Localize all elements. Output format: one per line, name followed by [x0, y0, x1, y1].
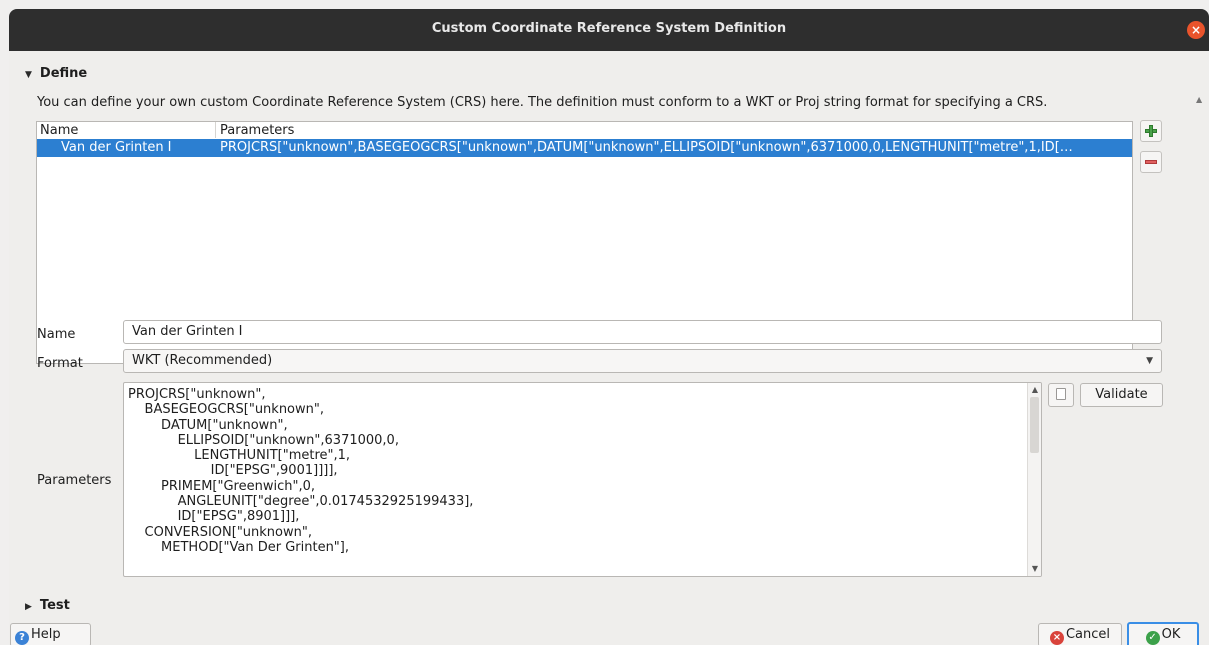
- test-header: Test: [39, 598, 70, 613]
- format-label: Format: [37, 356, 83, 371]
- scroll-thumb[interactable]: [1030, 397, 1039, 453]
- test-section-toggle[interactable]: ▶ Test: [25, 598, 70, 613]
- parameters-text[interactable]: PROJCRS["unknown", BASEGEOGCRS["unknown"…: [124, 383, 1041, 555]
- define-header: Define: [39, 66, 88, 81]
- parameters-label: Parameters: [37, 473, 112, 488]
- cancel-icon: ×: [1049, 631, 1064, 645]
- cancel-button[interactable]: × Cancel: [1038, 623, 1122, 645]
- validate-button[interactable]: Validate: [1080, 383, 1163, 407]
- collapsed-arrow-icon: ▶: [25, 602, 32, 612]
- name-label: Name: [37, 327, 76, 342]
- intro-text: You can define your own custom Coordinat…: [37, 95, 1048, 110]
- help-label: Help: [31, 627, 61, 642]
- scroll-down-icon[interactable]: ▼: [1029, 563, 1041, 575]
- copy-icon: [1056, 388, 1066, 400]
- name-input[interactable]: Van der Grinten I: [123, 320, 1162, 344]
- help-button[interactable]: ? Help: [10, 623, 91, 645]
- ok-icon: ✓: [1145, 631, 1160, 645]
- close-icon[interactable]: ×: [1187, 21, 1205, 39]
- scroll-up-icon[interactable]: ▲: [1029, 384, 1041, 396]
- copy-button[interactable]: [1048, 383, 1074, 407]
- cancel-label: Cancel: [1065, 627, 1111, 642]
- expanded-arrow-icon: ▼: [25, 70, 32, 80]
- remove-crs-button[interactable]: [1140, 151, 1162, 173]
- ok-button[interactable]: ✓ OK: [1127, 622, 1199, 645]
- chevron-down-icon: ▼: [1146, 356, 1153, 366]
- table-header: Name Parameters: [37, 122, 1132, 139]
- scroll-up-icon[interactable]: ▲: [1196, 95, 1202, 104]
- format-value: WKT (Recommended): [132, 353, 273, 368]
- ok-label: OK: [1161, 627, 1181, 642]
- define-section-toggle[interactable]: ▼ Define: [25, 66, 87, 81]
- title-bar: Custom Coordinate Reference System Defin…: [9, 9, 1209, 51]
- column-header-name[interactable]: Name: [40, 123, 78, 138]
- row-parameters: PROJCRS["unknown",BASEGEOGCRS["unknown",…: [220, 140, 1073, 155]
- help-icon: ?: [15, 631, 29, 645]
- parameters-scrollbar[interactable]: ▲ ▼: [1027, 383, 1041, 576]
- format-select[interactable]: WKT (Recommended) ▼: [123, 349, 1162, 373]
- add-crs-button[interactable]: [1140, 120, 1162, 142]
- row-name: Van der Grinten I: [61, 140, 172, 155]
- column-header-parameters[interactable]: Parameters: [220, 123, 294, 138]
- parameters-textarea[interactable]: PROJCRS["unknown", BASEGEOGCRS["unknown"…: [123, 382, 1042, 577]
- dialog-body: ▼ Define You can define your own custom C…: [9, 51, 1209, 645]
- window-title: Custom Coordinate Reference System Defin…: [431, 21, 787, 36]
- validate-label: Validate: [1095, 387, 1148, 402]
- column-separator: [215, 122, 216, 138]
- dialog-scrollbar[interactable]: ▲ ▼: [1196, 95, 1206, 645]
- table-row[interactable]: Van der Grinten I PROJCRS["unknown",BASE…: [37, 139, 1132, 157]
- minus-icon: [1145, 160, 1157, 164]
